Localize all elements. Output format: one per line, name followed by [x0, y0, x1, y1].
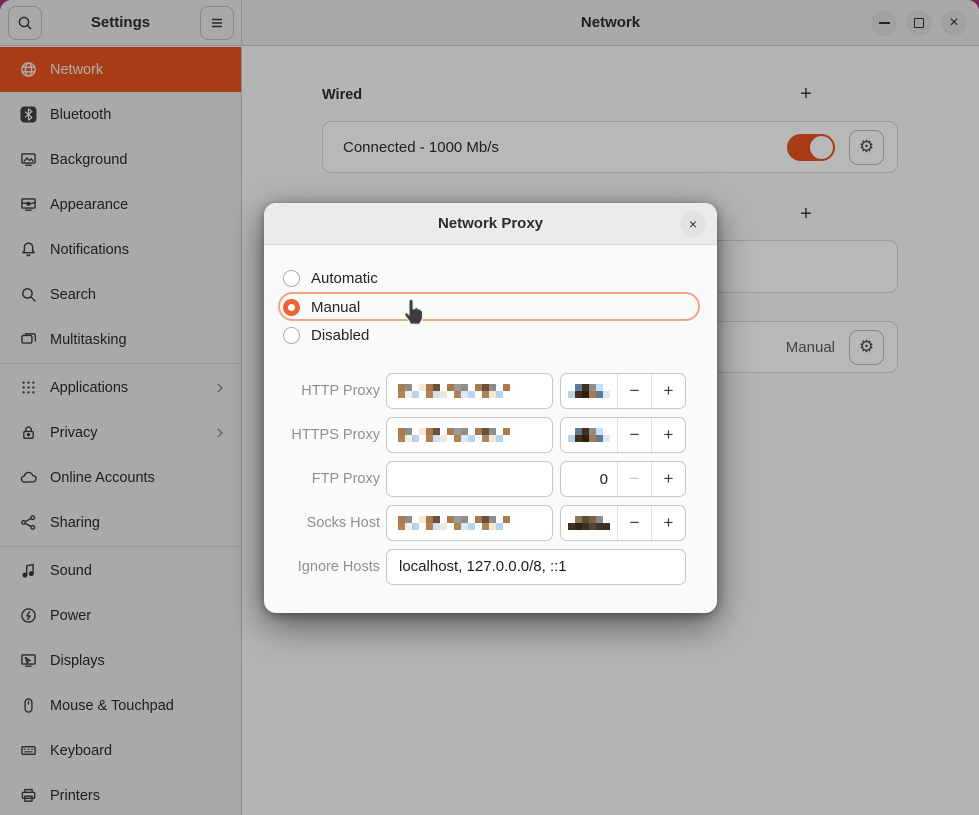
- radio-selected-icon: [283, 299, 300, 316]
- radio-manual[interactable]: Manual: [283, 293, 360, 321]
- ftp-proxy-row: FTP Proxy 0−+: [264, 461, 717, 497]
- dialog-title: Network Proxy: [438, 215, 543, 232]
- redacted-pixelation: [568, 428, 610, 442]
- socks-host-row: Socks Host −+: [264, 505, 717, 541]
- redacted-pixelation: [398, 516, 510, 530]
- redacted-pixelation: [568, 384, 610, 398]
- http-proxy-port-value[interactable]: [561, 374, 617, 408]
- http-proxy-label: HTTP Proxy: [264, 373, 380, 409]
- network-proxy-dialog: Network Proxy × Automatic Manual Disable…: [264, 203, 717, 613]
- dialog-headerbar: Network Proxy ×: [264, 203, 717, 245]
- redacted-pixelation: [398, 428, 510, 442]
- socks-host-host-field[interactable]: [386, 505, 553, 541]
- ignore-hosts-label: Ignore Hosts: [264, 549, 380, 585]
- socks-host-port-increment-button[interactable]: +: [651, 506, 685, 540]
- https-proxy-port-spinner: −+: [560, 417, 686, 453]
- radio-automatic[interactable]: Automatic: [283, 264, 378, 292]
- https-proxy-row: HTTPS Proxy −+: [264, 417, 717, 453]
- http-proxy-port-increment-button[interactable]: +: [651, 374, 685, 408]
- settings-window: Settings Network × NetworkBluetoothBackg…: [0, 0, 979, 815]
- ftp-proxy-port-value[interactable]: 0: [561, 462, 617, 496]
- http-proxy-port-decrement-button[interactable]: −: [617, 374, 651, 408]
- redacted-pixelation: [568, 516, 610, 530]
- ftp-proxy-port-increment-button[interactable]: +: [651, 462, 685, 496]
- radio-disabled[interactable]: Disabled: [283, 321, 369, 349]
- ftp-proxy-label: FTP Proxy: [264, 461, 380, 497]
- ignore-hosts-row: Ignore Hosts localhost, 127.0.0.0/8, ::1: [264, 549, 717, 585]
- socks-host-port-spinner: −+: [560, 505, 686, 541]
- http-proxy-host-field[interactable]: [386, 373, 553, 409]
- close-icon: ×: [689, 216, 697, 232]
- ftp-proxy-host-field[interactable]: [386, 461, 553, 497]
- dialog-close-button[interactable]: ×: [680, 211, 706, 237]
- socks-host-port-decrement-button[interactable]: −: [617, 506, 651, 540]
- radio-label: Manual: [311, 299, 360, 316]
- https-proxy-port-decrement-button[interactable]: −: [617, 418, 651, 452]
- radio-icon: [283, 327, 300, 344]
- https-proxy-label: HTTPS Proxy: [264, 417, 380, 453]
- ignore-hosts-field[interactable]: localhost, 127.0.0.0/8, ::1: [386, 549, 686, 585]
- https-proxy-port-value[interactable]: [561, 418, 617, 452]
- socks-host-label: Socks Host: [264, 505, 380, 541]
- https-proxy-host-field[interactable]: [386, 417, 553, 453]
- redacted-pixelation: [398, 384, 510, 398]
- http-proxy-row: HTTP Proxy −+: [264, 373, 717, 409]
- radio-label: Automatic: [311, 270, 378, 287]
- socks-host-port-value[interactable]: [561, 506, 617, 540]
- ftp-proxy-port-decrement-button: −: [617, 462, 651, 496]
- radio-label: Disabled: [311, 327, 369, 344]
- http-proxy-port-spinner: −+: [560, 373, 686, 409]
- ftp-proxy-port-spinner: 0−+: [560, 461, 686, 497]
- radio-icon: [283, 270, 300, 287]
- https-proxy-port-increment-button[interactable]: +: [651, 418, 685, 452]
